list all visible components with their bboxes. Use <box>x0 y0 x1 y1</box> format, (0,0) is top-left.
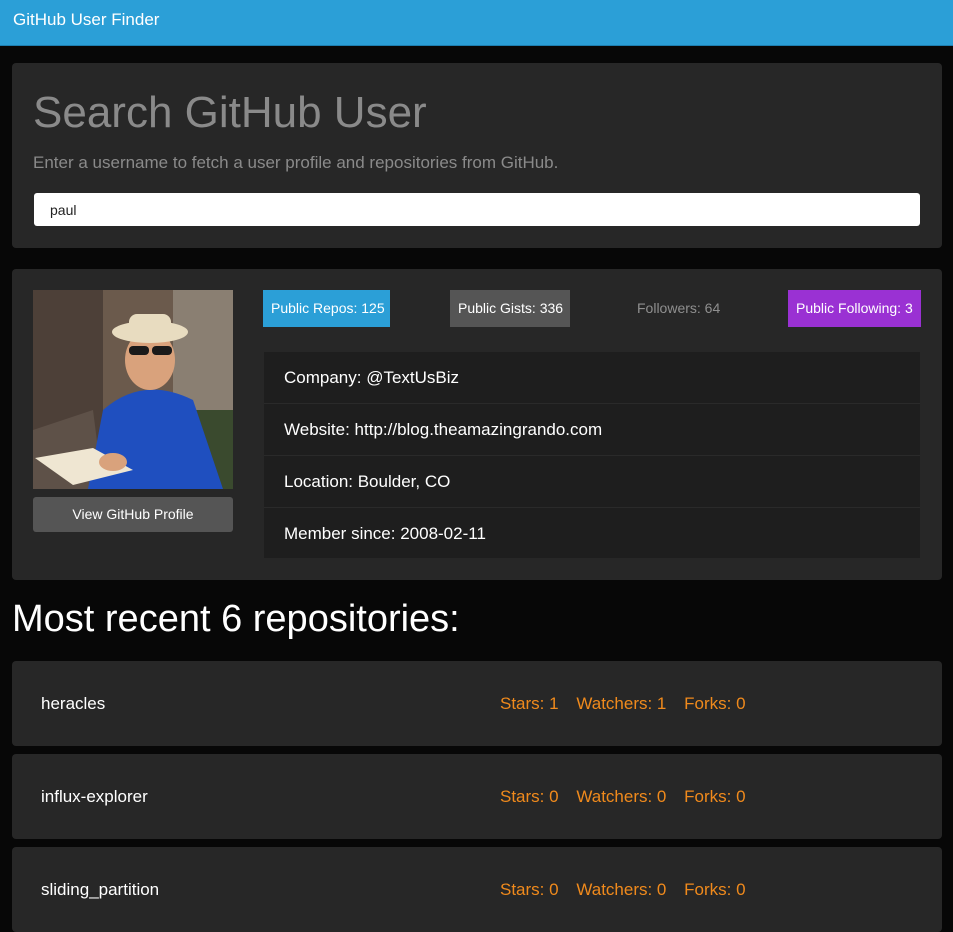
search-input[interactable] <box>34 193 920 226</box>
member-since-item: Member since: 2008-02-11 <box>284 524 486 543</box>
search-title: Search GitHub User <box>33 88 427 137</box>
repos-heading: Most recent 6 repositories: <box>12 598 460 640</box>
followers-badge: Followers: 64 <box>637 300 721 316</box>
repo-stars: Stars: 0 <box>500 880 559 899</box>
company-item: Company: @TextUsBiz <box>264 352 920 404</box>
repo-card: sliding_partition Stars: 0 Watchers: 0 F… <box>12 847 942 932</box>
repo-card: heracles Stars: 1 Watchers: 1 Forks: 0 <box>12 661 942 746</box>
repo-stats: Stars: 0 Watchers: 0 Forks: 0 <box>500 754 759 839</box>
repo-stats: Stars: 1 Watchers: 1 Forks: 0 <box>500 661 759 746</box>
avatar <box>33 290 233 489</box>
repo-watchers: Watchers: 0 <box>576 787 667 806</box>
repo-card: influx-explorer Stars: 0 Watchers: 0 For… <box>12 754 942 839</box>
public-repos-badge: Public Repos: 125 <box>263 290 390 327</box>
repo-forks: Forks: 0 <box>684 694 746 713</box>
public-gists-badge: Public Gists: 336 <box>450 290 570 327</box>
navbar: GitHub User Finder <box>0 0 953 46</box>
brand-link[interactable]: GitHub User Finder <box>13 10 159 30</box>
website-item: Website: http://blog.theamazingrando.com <box>264 404 920 456</box>
public-following-badge: Public Following: 3 <box>788 290 921 327</box>
search-panel: Search GitHub User Enter a username to f… <box>12 63 942 248</box>
repo-name-link[interactable]: heracles <box>41 661 105 746</box>
profile-info-list: Company: @TextUsBiz Website: http://blog… <box>264 352 920 558</box>
repo-stars: Stars: 0 <box>500 787 559 806</box>
repo-watchers: Watchers: 1 <box>576 694 667 713</box>
repo-forks: Forks: 0 <box>684 787 746 806</box>
repo-name-link[interactable]: influx-explorer <box>41 754 148 839</box>
repo-stats: Stars: 0 Watchers: 0 Forks: 0 <box>500 847 759 932</box>
repo-watchers: Watchers: 0 <box>576 880 667 899</box>
profile-panel: View GitHub Profile Public Repos: 125 Pu… <box>12 269 942 580</box>
location-item: Location: Boulder, CO <box>264 456 920 508</box>
search-subtitle: Enter a username to fetch a user profile… <box>33 153 559 172</box>
avatar-photo <box>33 290 233 489</box>
view-github-profile-button[interactable]: View GitHub Profile <box>33 497 233 532</box>
repo-name-link[interactable]: sliding_partition <box>41 847 159 932</box>
repo-forks: Forks: 0 <box>684 880 746 899</box>
repo-stars: Stars: 1 <box>500 694 559 713</box>
